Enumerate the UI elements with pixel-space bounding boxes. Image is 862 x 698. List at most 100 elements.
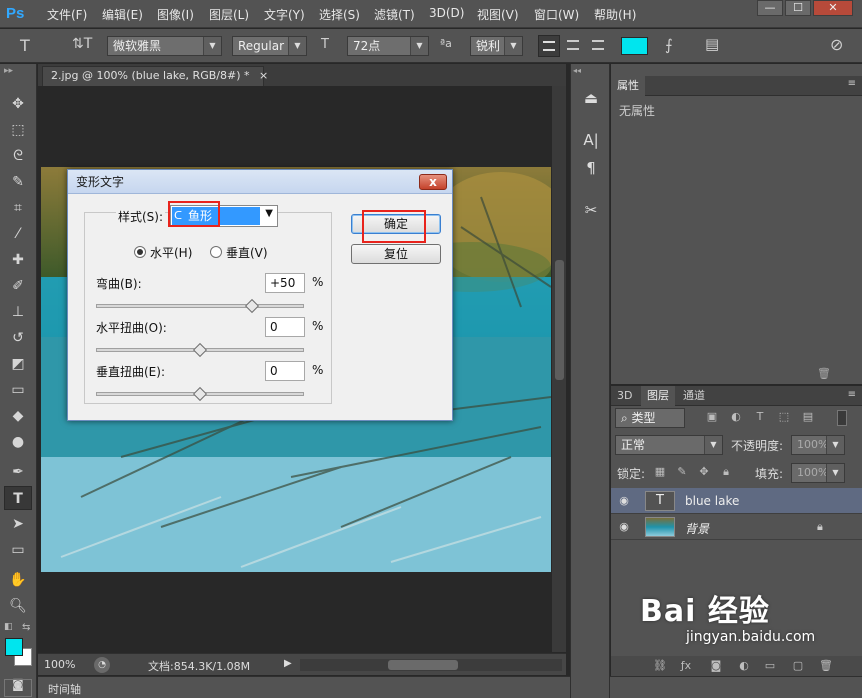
- menu-window[interactable]: 窗口(W): [534, 6, 579, 23]
- adjustment-layer-icon[interactable]: ◐: [735, 657, 753, 675]
- new-layer-icon[interactable]: ▢: [789, 657, 807, 675]
- cancel-icon[interactable]: ⊘: [830, 35, 843, 54]
- trash-icon[interactable]: 🗑︎: [817, 367, 831, 380]
- marquee-tool-icon[interactable]: ⬚: [4, 118, 32, 142]
- quick-select-tool-icon[interactable]: ✎: [4, 170, 32, 194]
- bend-input[interactable]: +50: [265, 273, 305, 293]
- hand-tool-icon[interactable]: ✋: [4, 568, 32, 592]
- text-color-swatch[interactable]: [621, 37, 648, 55]
- delete-layer-icon[interactable]: 🗑︎: [817, 657, 835, 675]
- tab-channels[interactable]: 通道: [677, 386, 711, 406]
- rectangle-tool-icon[interactable]: ▭: [4, 538, 32, 562]
- layer-style-icon[interactable]: ƒx: [677, 657, 695, 675]
- tab-layers[interactable]: 图层: [641, 386, 675, 406]
- new-group-icon[interactable]: ▭: [761, 657, 779, 675]
- character-panel-icon[interactable]: ▤: [705, 35, 719, 53]
- close-tab-icon[interactable]: ×: [259, 69, 268, 82]
- default-colors-icon[interactable]: ◧: [4, 622, 13, 632]
- opacity-input[interactable]: 100% ▼: [791, 435, 845, 455]
- foreground-color-swatch[interactable]: [5, 638, 23, 656]
- menu-file[interactable]: 文件(F): [47, 6, 87, 23]
- document-tab[interactable]: 2.jpg @ 100% (blue lake, RGB/8#) * ×: [42, 66, 268, 86]
- collapse-arrows-icon[interactable]: ▸▸: [4, 66, 13, 76]
- horizontal-radio[interactable]: [134, 246, 146, 258]
- tab-3d[interactable]: 3D: [611, 386, 638, 406]
- layer-name[interactable]: blue lake: [685, 494, 739, 508]
- eyedropper-tool-icon[interactable]: ⁄: [4, 222, 32, 246]
- lock-pixels-icon[interactable]: ✎: [673, 463, 691, 481]
- lock-all-icon[interactable]: 🔒︎: [717, 463, 735, 481]
- warp-text-icon[interactable]: ⨍: [665, 36, 673, 54]
- panel-menu-icon[interactable]: ≡: [848, 78, 856, 89]
- blend-mode-select[interactable]: 正常 ▼: [615, 435, 723, 455]
- vertical-radio[interactable]: [210, 246, 222, 258]
- stamp-tool-icon[interactable]: ⊥: [4, 300, 32, 324]
- type-tool-icon[interactable]: T: [4, 486, 32, 510]
- play-arrow-icon[interactable]: ▶: [284, 658, 292, 669]
- menu-help[interactable]: 帮助(H): [594, 6, 636, 23]
- smart-object-filter-icon[interactable]: ▤: [799, 408, 817, 426]
- font-style-select[interactable]: Regular ▼: [232, 36, 307, 56]
- vertical-scroll-thumb[interactable]: [555, 260, 564, 380]
- align-center-button[interactable]: [562, 35, 584, 57]
- tab-properties[interactable]: 属性: [611, 76, 645, 96]
- horizontal-distortion-input[interactable]: 0: [265, 317, 305, 337]
- lock-transparent-icon[interactable]: ▦: [651, 463, 669, 481]
- timeline-label[interactable]: 时间轴: [48, 681, 81, 697]
- minimize-button[interactable]: —: [757, 0, 783, 16]
- antialias-select[interactable]: 锐利 ▼: [470, 36, 523, 56]
- paragraph-panel-icon[interactable]: ¶: [579, 156, 603, 180]
- restore-button[interactable]: ☐: [785, 0, 811, 16]
- layer-name[interactable]: 背景: [685, 520, 709, 537]
- close-window-button[interactable]: ✕: [813, 0, 853, 16]
- timeline-icon[interactable]: ◘: [4, 679, 32, 697]
- bend-slider[interactable]: [96, 304, 304, 308]
- horizontal-scroll-thumb[interactable]: [388, 660, 458, 670]
- move-tool-icon[interactable]: ✥: [4, 92, 32, 116]
- add-mask-icon[interactable]: ◙: [707, 657, 725, 675]
- fill-input[interactable]: 100% ▼: [791, 463, 845, 483]
- collapse-arrows-icon[interactable]: ◂◂: [573, 66, 581, 75]
- font-family-select[interactable]: 微软雅黑 ▼: [107, 36, 222, 56]
- link-layers-icon[interactable]: ⛓: [651, 657, 669, 675]
- menu-select[interactable]: 选择(S): [319, 6, 360, 23]
- menu-layer[interactable]: 图层(L): [209, 6, 249, 23]
- pen-tool-icon[interactable]: ✒: [4, 460, 32, 484]
- path-select-tool-icon[interactable]: ➤: [4, 512, 32, 536]
- blur-tool-icon[interactable]: ◆: [4, 404, 32, 428]
- filter-kind-select[interactable]: ⌕ 类型: [615, 408, 685, 428]
- font-size-select[interactable]: 72点 ▼: [347, 36, 429, 56]
- dialog-close-button[interactable]: x: [419, 174, 447, 190]
- vertical-distortion-input[interactable]: 0: [265, 361, 305, 381]
- gradient-tool-icon[interactable]: ▭: [4, 378, 32, 402]
- adjustment-filter-icon[interactable]: ◐: [727, 408, 745, 426]
- align-right-button[interactable]: [586, 35, 608, 57]
- reset-button[interactable]: 复位: [351, 244, 441, 264]
- layer-row-text[interactable]: ◉ T blue lake: [611, 488, 862, 514]
- zoom-tool-icon[interactable]: 🔍︎: [4, 594, 32, 618]
- crop-tool-icon[interactable]: ⌗: [4, 196, 32, 220]
- horizontal-label[interactable]: 水平(H): [150, 244, 192, 261]
- character-panel-icon[interactable]: A|: [579, 128, 603, 152]
- filter-toggle[interactable]: [837, 410, 847, 426]
- type-filter-icon[interactable]: T: [751, 408, 769, 426]
- panel-menu-icon[interactable]: ≡: [848, 389, 856, 400]
- lock-position-icon[interactable]: ✥: [695, 463, 713, 481]
- menu-view[interactable]: 视图(V): [477, 6, 519, 23]
- type-tool-icon[interactable]: T: [20, 36, 30, 55]
- lasso-tool-icon[interactable]: ᘓ: [4, 144, 32, 168]
- history-panel-icon[interactable]: ⏏: [579, 86, 603, 110]
- menu-type[interactable]: 文字(Y): [264, 6, 305, 23]
- dodge-tool-icon[interactable]: ●: [4, 430, 32, 454]
- tool-presets-icon[interactable]: ✂: [579, 198, 603, 222]
- vertical-label[interactable]: 垂直(V): [226, 244, 268, 261]
- brush-tool-icon[interactable]: ✐: [4, 274, 32, 298]
- toggle-text-orientation-icon[interactable]: ⇅T: [72, 36, 92, 52]
- menu-3d[interactable]: 3D(D): [429, 6, 464, 20]
- menu-edit[interactable]: 编辑(E): [102, 6, 143, 23]
- zoom-level[interactable]: 100%: [44, 658, 75, 671]
- document-info[interactable]: 文档:854.3K/1.08M: [148, 658, 250, 674]
- menu-image[interactable]: 图像(I): [157, 6, 194, 23]
- swap-colors-icon[interactable]: ⇆: [22, 622, 30, 633]
- healing-tool-icon[interactable]: ✚: [4, 248, 32, 272]
